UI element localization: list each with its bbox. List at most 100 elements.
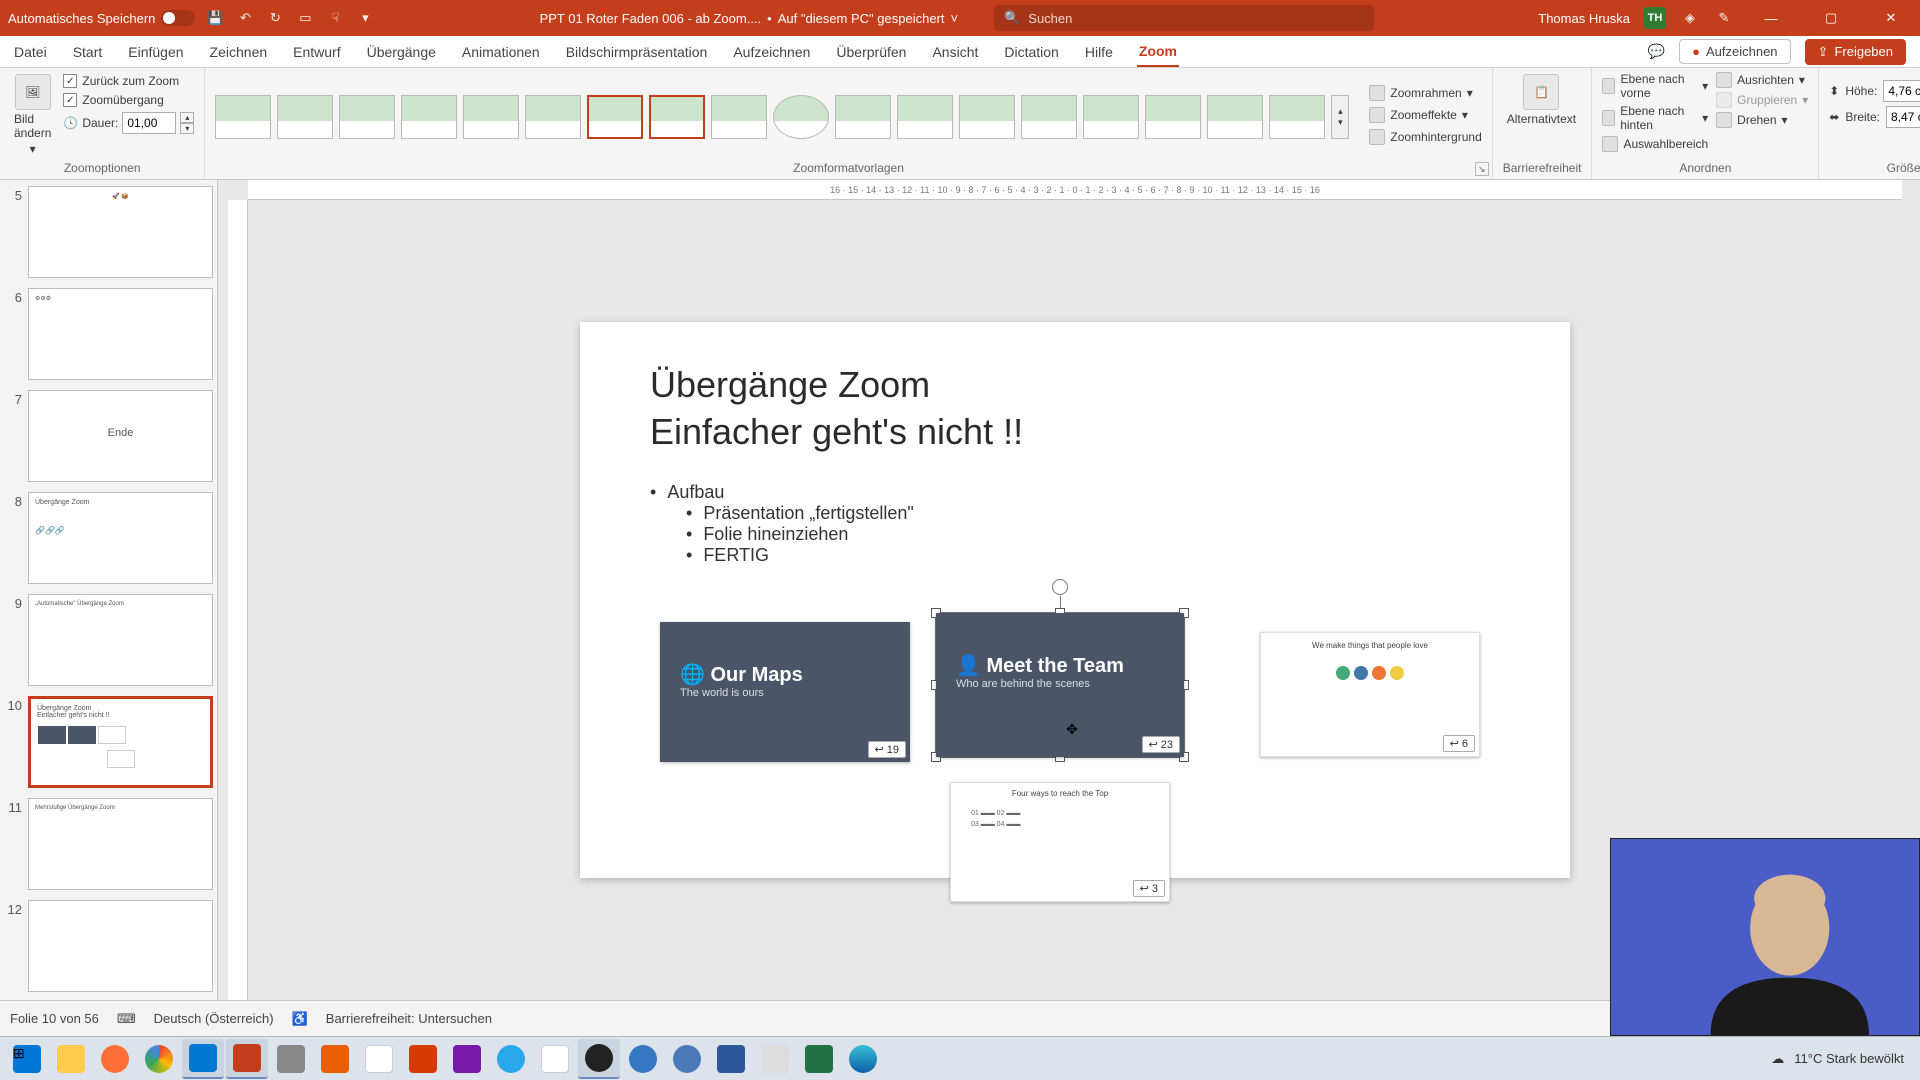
bild-aendern-button[interactable]: 🖼 Bild ändern ▾ — [10, 72, 55, 158]
comments-icon[interactable]: 💬 — [1648, 43, 1665, 60]
telegram-icon[interactable] — [490, 1039, 532, 1079]
rotate-handle[interactable] — [1052, 579, 1068, 595]
record-button[interactable]: ●Aufzeichnen — [1679, 39, 1790, 64]
onenote-icon[interactable] — [446, 1039, 488, 1079]
style-thumb[interactable] — [773, 95, 829, 139]
style-thumb[interactable] — [897, 95, 953, 139]
tab-uebergaenge[interactable]: Übergänge — [365, 38, 438, 66]
ebene-hinten-button[interactable]: Ebene nach hinten▾ — [1602, 104, 1708, 132]
language-label[interactable]: Deutsch (Österreich) — [154, 1011, 274, 1026]
zoom-card-our-maps[interactable]: 🌐 Our Maps The world is ours ↩ 19 — [660, 622, 910, 762]
zoomeffekte-button[interactable]: Zoomeffekte▾ — [1369, 107, 1481, 123]
qat-more-icon[interactable]: ▾ — [355, 8, 375, 28]
auswahlbereich-button[interactable]: Auswahlbereich — [1602, 136, 1708, 152]
firefox-icon[interactable] — [94, 1039, 136, 1079]
tab-animationen[interactable]: Animationen — [460, 38, 542, 66]
pen-icon[interactable]: ✎ — [1714, 8, 1734, 28]
style-thumb[interactable] — [1021, 95, 1077, 139]
toggle-switch-icon[interactable] — [161, 10, 195, 26]
breite-input[interactable] — [1886, 106, 1920, 128]
slide-thumb-8[interactable]: Übergänge Zoom🔗🔗🔗 — [28, 492, 213, 584]
tab-entwurf[interactable]: Entwurf — [291, 38, 342, 66]
dialog-launcher[interactable]: ↘ — [1475, 162, 1489, 176]
chrome-icon[interactable] — [138, 1039, 180, 1079]
style-thumb[interactable] — [835, 95, 891, 139]
zoomuebergang-checkbox[interactable]: ✓Zoomübergang — [63, 93, 194, 107]
close-button[interactable]: ✕ — [1868, 0, 1914, 36]
start-button[interactable]: ⊞ — [6, 1039, 48, 1079]
zoom-card-meet-team[interactable]: 👤 Meet the Team Who are behind the scene… — [936, 613, 1184, 757]
explorer-icon[interactable] — [50, 1039, 92, 1079]
style-thumb[interactable] — [463, 95, 519, 139]
undo-icon[interactable]: ↶ — [235, 8, 255, 28]
search-input[interactable]: 🔍 Suchen — [994, 5, 1374, 31]
style-thumb[interactable] — [277, 95, 333, 139]
style-thumb[interactable] — [525, 95, 581, 139]
ausrichten-button[interactable]: Ausrichten▾ — [1716, 72, 1808, 88]
edge-icon[interactable] — [842, 1039, 884, 1079]
tab-aufzeichnen[interactable]: Aufzeichnen — [731, 38, 812, 66]
drehen-button[interactable]: Drehen▾ — [1716, 112, 1808, 128]
app-icon[interactable] — [402, 1039, 444, 1079]
chevron-down-icon[interactable]: ˅ — [951, 11, 959, 26]
slide-canvas[interactable]: Übergänge Zoom Einfacher geht's nicht !!… — [580, 322, 1570, 878]
tab-start[interactable]: Start — [71, 38, 105, 66]
tab-datei[interactable]: Datei — [12, 38, 49, 66]
app-icon[interactable] — [358, 1039, 400, 1079]
selection-outline[interactable]: 👤 Meet the Team Who are behind the scene… — [935, 612, 1185, 758]
ebene-vorne-button[interactable]: Ebene nach vorne▾ — [1602, 72, 1708, 100]
slide-thumb-11[interactable]: Mehrstufige Übergänge Zoom — [28, 798, 213, 890]
slide-thumb-9[interactable]: „Automatische" Übergänge Zoom — [28, 594, 213, 686]
style-thumb[interactable] — [711, 95, 767, 139]
style-thumb[interactable] — [401, 95, 457, 139]
tab-ansicht[interactable]: Ansicht — [930, 38, 980, 66]
redo-icon[interactable]: ↻ — [265, 8, 285, 28]
app-icon[interactable] — [754, 1039, 796, 1079]
style-thumb[interactable] — [1269, 95, 1325, 139]
autosave-toggle[interactable]: Automatisches Speichern — [8, 10, 195, 26]
tab-bildschirm[interactable]: Bildschirmpräsentation — [564, 38, 710, 66]
app-icon[interactable] — [666, 1039, 708, 1079]
share-button[interactable]: ⇪Freigeben — [1805, 39, 1906, 65]
gallery-more-button[interactable]: ▴▾ — [1331, 95, 1349, 139]
zoomrahmen-button[interactable]: Zoomrahmen▾ — [1369, 85, 1481, 101]
touch-icon[interactable]: ☟ — [325, 8, 345, 28]
tab-ueberpruefen[interactable]: Überprüfen — [834, 38, 908, 66]
style-thumb[interactable] — [339, 95, 395, 139]
spellcheck-icon[interactable]: ⌨ — [117, 1011, 136, 1027]
spinner-buttons[interactable]: ▴▾ — [180, 112, 194, 134]
slide-title[interactable]: Übergänge Zoom Einfacher geht's nicht !! — [650, 362, 1023, 456]
tab-einfuegen[interactable]: Einfügen — [126, 38, 185, 66]
user-avatar[interactable]: TH — [1644, 7, 1666, 29]
zurueck-zoom-checkbox[interactable]: ✓Zurück zum Zoom — [63, 74, 194, 88]
style-thumb[interactable] — [959, 95, 1015, 139]
style-thumb[interactable] — [1207, 95, 1263, 139]
tab-dictation[interactable]: Dictation — [1002, 38, 1060, 66]
dauer-input[interactable] — [122, 112, 176, 134]
tab-zeichnen[interactable]: Zeichnen — [208, 38, 270, 66]
diamond-icon[interactable]: ◈ — [1680, 8, 1700, 28]
hoehe-input[interactable] — [1883, 80, 1920, 102]
zoomhintergrund-button[interactable]: Zoomhintergrund — [1369, 129, 1481, 145]
style-thumb[interactable] — [649, 95, 705, 139]
powerpoint-icon[interactable] — [226, 1039, 268, 1079]
slide-counter[interactable]: Folie 10 von 56 — [10, 1011, 99, 1026]
weather-icon[interactable]: ☁ — [1771, 1051, 1784, 1067]
app-icon[interactable] — [534, 1039, 576, 1079]
present-icon[interactable]: ▭ — [295, 8, 315, 28]
tab-hilfe[interactable]: Hilfe — [1083, 38, 1115, 66]
slide-thumb-10-active[interactable]: Übergänge Zoom Einfacher geht's nicht !! — [28, 696, 213, 788]
maximize-button[interactable]: ▢ — [1808, 0, 1854, 36]
slide-thumb-5[interactable]: 🚀 📦 — [28, 186, 213, 278]
save-icon[interactable]: 💾 — [205, 8, 225, 28]
style-thumb[interactable] — [215, 95, 271, 139]
gruppieren-button[interactable]: Gruppieren▾ — [1716, 92, 1808, 108]
zoom-card-four-ways[interactable]: Four ways to reach the Top 01 ▬▬ 02 ▬▬03… — [950, 782, 1170, 902]
obs-icon[interactable] — [578, 1039, 620, 1079]
app-icon[interactable] — [270, 1039, 312, 1079]
word-icon[interactable] — [710, 1039, 752, 1079]
style-thumb[interactable] — [1145, 95, 1201, 139]
app-icon[interactable] — [622, 1039, 664, 1079]
accessibility-label[interactable]: Barrierefreiheit: Untersuchen — [326, 1011, 492, 1026]
minimize-button[interactable]: — — [1748, 0, 1794, 36]
